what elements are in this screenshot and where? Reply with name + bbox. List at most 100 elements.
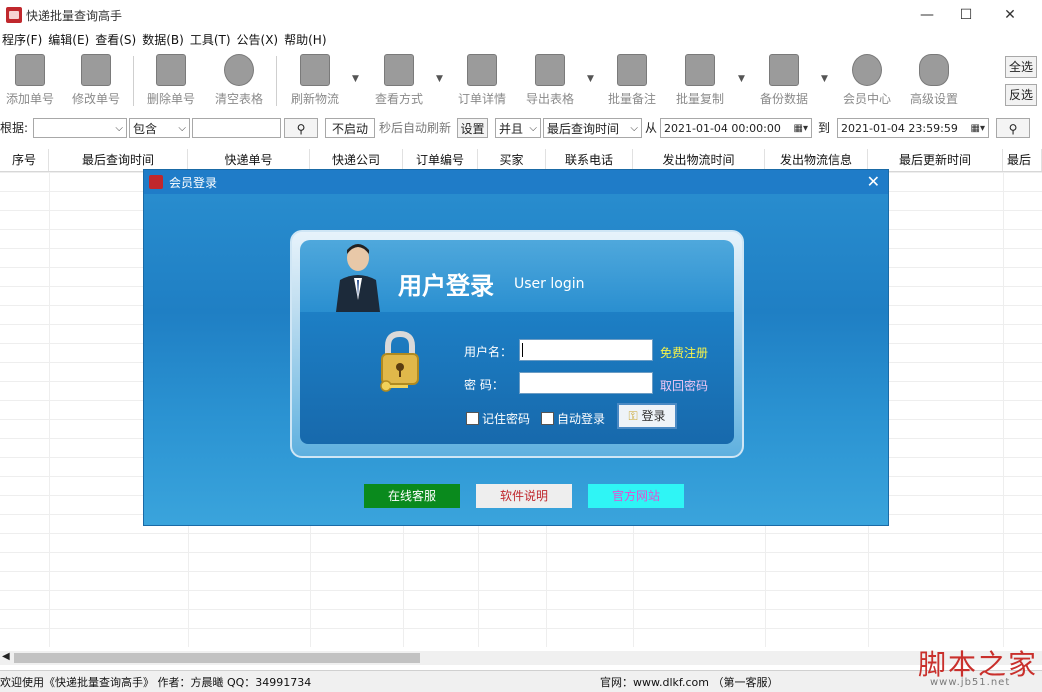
keyword-input[interactable] [192,118,281,138]
backup-icon [769,54,799,86]
chevron-down-icon[interactable]: ▼ [587,74,597,84]
user-avatar-icon [336,244,380,312]
username-input[interactable] [519,339,653,361]
copy-icon [685,54,715,86]
chevron-down-icon[interactable]: ▼ [352,74,362,84]
password-label: 密 码： [464,378,504,392]
from-label: 从 [645,121,658,135]
recover-password-link[interactable]: 取回密码 [660,377,708,394]
invert-selection-button[interactable]: 反选 [1005,84,1037,106]
app-icon [149,175,163,189]
col-ship-time[interactable]: 发出物流时间 [633,149,765,171]
software-info-button[interactable]: 软件说明 [476,484,572,508]
auto-refresh-button[interactable]: 不启动 [325,118,375,138]
title-bar: 快递批量查询高手 — ☐ ✕ [0,0,1042,30]
order-detail-button[interactable]: 订单详情 [452,54,512,110]
logic-select[interactable]: 并且 ⌵ [495,118,541,138]
add-order-button[interactable]: 添加单号 [0,54,60,110]
filter-bar: 根据: ⌵ 包含 ⌵ ⚲ 不启动 秒后自动刷新 设置 并且 ⌵ 最后查询时间 ⌵ 从 … [0,116,1042,142]
col-ship-info[interactable]: 发出物流信息 [765,149,868,171]
delete-icon [156,54,186,86]
chevron-down-icon[interactable]: ▼ [821,74,831,84]
close-button[interactable]: ✕ [987,0,1033,30]
password-input[interactable] [519,372,653,394]
official-site-button[interactable]: 官方网站 [588,484,684,508]
login-heading-en: User login [514,276,585,292]
chevron-left-icon[interactable]: ◀ [2,651,10,662]
col-courier[interactable]: 快递公司 [310,149,403,171]
clock-icon [852,54,882,86]
auto-login-checkbox[interactable] [541,412,554,425]
view-icon [384,54,414,86]
menu-help[interactable]: 帮助(H) [282,30,328,50]
menu-tools[interactable]: 工具(T) [188,30,233,50]
search-icon: ⚲ [296,122,306,136]
col-phone[interactable]: 联系电话 [546,149,633,171]
calendar-icon: ▦▾ [970,123,985,134]
refresh-logistics-button[interactable]: 刷新物流 [285,54,345,110]
to-label: 到 [818,121,831,135]
chevron-down-icon: ⌵ [630,123,638,134]
select-all-button[interactable]: 全选 [1005,56,1037,78]
advanced-settings-button[interactable]: 高级设置 [904,54,964,110]
remember-password-label: 记住密码 [482,412,531,426]
col-last-partial[interactable]: 最后 [1003,149,1042,171]
batch-note-button[interactable]: 批量备注 [602,54,662,110]
document-icon [15,54,45,86]
scrollbar-thumb[interactable] [14,653,420,663]
dialog-title-bar: 会员登录 ✕ [144,170,888,194]
edit-order-button[interactable]: 修改单号 [66,54,126,110]
set-button[interactable]: 设置 [457,118,488,138]
time-field-select[interactable]: 最后查询时间 ⌵ [543,118,642,138]
dialog-title: 会员登录 [169,176,218,190]
export-icon [535,54,565,86]
close-icon[interactable]: ✕ [867,172,880,191]
toolbar-divider [133,56,134,106]
toolbar-divider [276,56,277,106]
horizontal-scrollbar[interactable]: ◀ [0,651,1042,665]
menu-data[interactable]: 数据(B) [140,30,186,50]
member-center-button[interactable]: 会员中心 [837,54,897,110]
view-mode-button[interactable]: 查看方式 [369,54,429,110]
date-search-button[interactable]: ⚲ [996,118,1030,138]
col-last-update[interactable]: 最后更新时间 [868,149,1003,171]
online-service-button[interactable]: 在线客服 [364,484,460,508]
to-date-picker[interactable]: 2021-01-04 23:59:59 ▦▾ [837,118,989,138]
col-buyer[interactable]: 买家 [478,149,546,171]
col-tracking-number[interactable]: 快递单号 [188,149,310,171]
auto-refresh-text: 秒后自动刷新 [379,121,452,135]
toolbar: 添加单号 修改单号 删除单号 清空表格 刷新物流 ▼ 查看方式 ▼ 订单详情 导… [0,50,1042,112]
from-date-picker[interactable]: 2021-01-04 00:00:00 ▦▾ [660,118,812,138]
menu-program[interactable]: 程序(F) [0,30,44,50]
menu-edit[interactable]: 编辑(E) [46,30,91,50]
filter-field-select[interactable]: ⌵ [33,118,127,138]
filter-label: 根据: [0,121,29,135]
chevron-down-icon: ⌵ [529,123,537,134]
search-button[interactable]: ⚲ [284,118,318,138]
menu-view[interactable]: 查看(S) [93,30,138,50]
menu-notice[interactable]: 公告(X) [235,30,281,50]
pencil-icon [81,54,111,86]
app-icon [6,7,22,23]
batch-copy-button[interactable]: 批量复制 [670,54,730,110]
col-last-query-time[interactable]: 最后查询时间 [49,149,188,171]
chevron-down-icon[interactable]: ▼ [738,74,748,84]
maximize-button[interactable]: ☐ [943,0,989,30]
col-order-number[interactable]: 订单编号 [403,149,478,171]
remember-password-checkbox[interactable] [466,412,479,425]
clear-table-button[interactable]: 清空表格 [209,54,269,110]
export-table-button[interactable]: 导出表格 [520,54,580,110]
login-dialog: 会员登录 ✕ 用户登录 User login 用户名： 免费注册 密 码： 取回… [143,169,889,526]
filter-operator-select[interactable]: 包含 ⌵ [129,118,190,138]
column-divider [49,172,50,647]
column-divider [1003,172,1004,647]
gear-icon [919,54,949,86]
menu-bar: 程序(F) 编辑(E) 查看(S) 数据(B) 工具(T) 公告(X) 帮助(H) [0,30,1042,50]
login-button[interactable]: ⚿ 登录 [617,403,677,429]
backup-data-button[interactable]: 备份数据 [754,54,814,110]
chevron-down-icon[interactable]: ▼ [436,74,446,84]
register-link[interactable]: 免费注册 [660,344,708,361]
login-heading: 用户登录 [398,272,494,300]
col-index[interactable]: 序号 [0,149,49,171]
delete-order-button[interactable]: 删除单号 [141,54,201,110]
